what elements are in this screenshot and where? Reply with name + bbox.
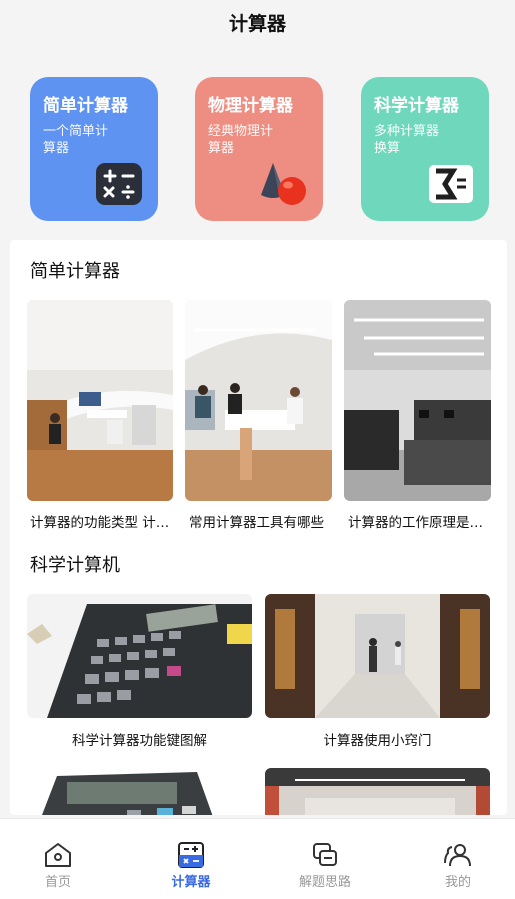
article-thumb-1[interactable] xyxy=(27,300,173,501)
tab-label: 解题思路 xyxy=(298,875,351,890)
bottom-tab-bar: 首页 计算器 解题思路 我的 xyxy=(0,818,515,899)
open-office-image xyxy=(344,300,491,501)
corridor-image xyxy=(265,594,490,718)
card-simple-calculator[interactable]: 简单计算器 一个简单计算器 xyxy=(30,77,158,221)
tab-solution-ideas[interactable]: 解题思路 xyxy=(261,819,389,899)
chat-icon xyxy=(313,843,337,866)
card-desc: 一个简单计算器 xyxy=(43,124,109,156)
article-caption[interactable]: 计算器的功能类型 计算器的种类 xyxy=(30,514,172,532)
calculator-tab-icon xyxy=(178,842,204,868)
article-thumb-3[interactable] xyxy=(344,300,491,501)
content-panel: 简单计算器 计算器的功能类型 计算器的种类 xyxy=(10,240,507,815)
card-title: 科学计算器 xyxy=(374,96,459,116)
tab-calculator[interactable]: 计算器 xyxy=(127,819,255,899)
desk-calculator-image xyxy=(27,768,252,815)
home-icon xyxy=(45,843,71,867)
card-title: 简单计算器 xyxy=(43,96,128,116)
tab-label: 我的 xyxy=(444,875,471,890)
users-icon xyxy=(444,844,471,867)
office-hall-image xyxy=(265,768,490,815)
cone-sphere-icon xyxy=(261,163,306,205)
article-thumb-4[interactable] xyxy=(27,594,252,718)
tab-mine[interactable]: 我的 xyxy=(394,819,515,899)
office-photo-image xyxy=(27,300,173,501)
scientific-calculator-image xyxy=(27,594,252,718)
article-caption[interactable]: 常用计算器工具有哪些 xyxy=(189,514,331,532)
tab-label: 首页 xyxy=(44,875,71,890)
article-thumb-6[interactable] xyxy=(27,768,252,815)
card-desc: 多种计算器换算 xyxy=(374,124,440,156)
section-title-science: 科学计算机 xyxy=(30,555,120,576)
app-header: 计算器 xyxy=(0,0,515,50)
article-thumb-7[interactable] xyxy=(265,768,490,815)
tab-home[interactable]: 首页 xyxy=(0,819,122,899)
card-science-calculator[interactable]: 科学计算器 多种计算器换算 xyxy=(361,77,489,221)
article-thumb-5[interactable] xyxy=(265,594,490,718)
card-desc: 经典物理计算器 xyxy=(208,124,274,156)
article-caption[interactable]: 科学计算器功能键图解 xyxy=(27,732,252,750)
calculator-icon xyxy=(96,163,142,205)
tab-label: 计算器 xyxy=(171,875,211,890)
page-title: 计算器 xyxy=(228,13,286,35)
sigma-icon xyxy=(429,165,473,203)
card-physics-calculator[interactable]: 物理计算器 经典物理计算器 xyxy=(195,77,323,221)
meeting-room-image xyxy=(185,300,332,501)
section-title-simple: 简单计算器 xyxy=(30,261,120,282)
article-thumb-2[interactable] xyxy=(185,300,332,501)
article-caption[interactable]: 计算器使用小窍门 xyxy=(265,732,490,750)
card-title: 物理计算器 xyxy=(208,96,293,116)
article-caption[interactable]: 计算器的工作原理是什么 xyxy=(348,514,490,532)
